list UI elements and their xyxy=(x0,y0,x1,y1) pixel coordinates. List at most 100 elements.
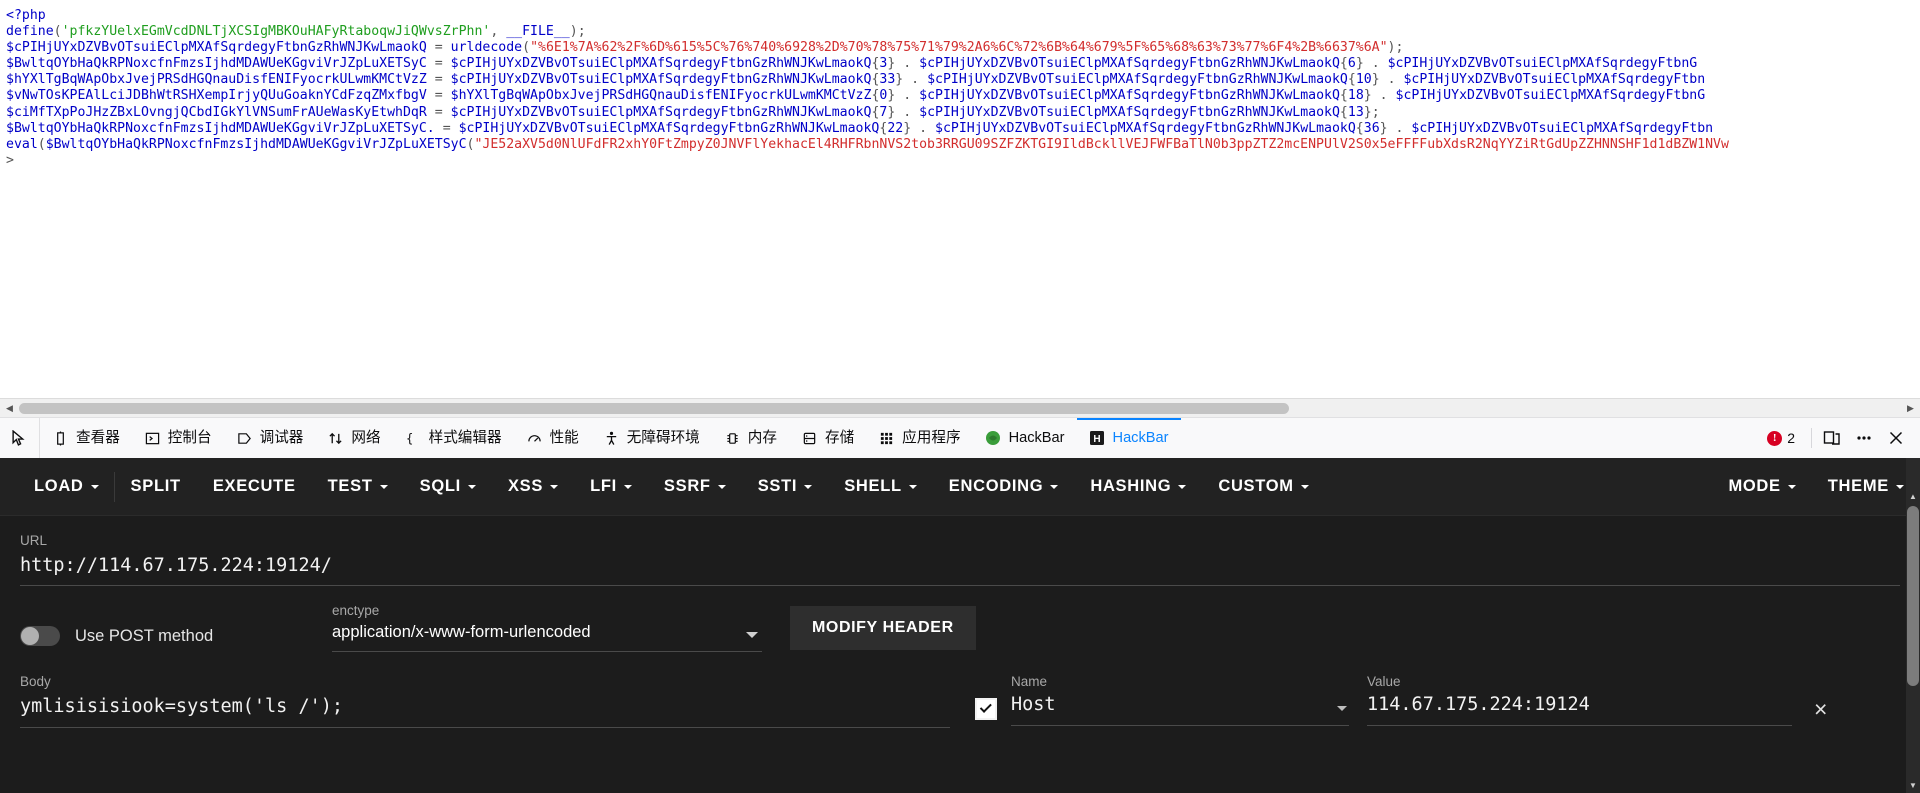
enctype-select[interactable]: application/x-www-form-urlencoded xyxy=(332,621,762,652)
source-horizontal-scrollbar[interactable]: ◀ ▶ xyxy=(0,398,1920,417)
storage-icon xyxy=(801,430,818,447)
hackbar-menu-lfi[interactable]: LFI xyxy=(574,458,648,516)
element-picker-button[interactable] xyxy=(0,418,40,458)
scroll-up-arrow-icon[interactable]: ▲ xyxy=(1906,488,1920,504)
hackbar-menu-test[interactable]: TEST xyxy=(312,458,404,516)
hackbar-menu-theme[interactable]: THEME xyxy=(1812,458,1920,516)
chevron-down-icon xyxy=(550,484,559,489)
devtools-tab-5[interactable]: { } 样式编辑器 xyxy=(393,418,514,458)
devtools-tab-8[interactable]: 内存 xyxy=(712,418,789,458)
chevron-down-icon xyxy=(804,484,813,489)
hackbar-menu-custom[interactable]: CUSTOM xyxy=(1202,458,1324,516)
devtools-tab-label: HackBar xyxy=(1112,429,1169,446)
devtools-tab-1[interactable]: 查看器 xyxy=(40,418,132,458)
devtools-tab-label: 调试器 xyxy=(259,429,304,446)
devtools-tab-label: 网络 xyxy=(351,429,381,446)
devtools-tab-9[interactable]: 存储 xyxy=(789,418,866,458)
code-line: define('pfkzYUelxEGmVcdDNLTjXCSIgMBKOuHA… xyxy=(6,24,586,40)
devtools-tab-label: 应用程序 xyxy=(902,429,961,446)
hackbar-menubar[interactable]: LOAD SPLIT EXECUTE TEST SQLI XSS LFI SSRF SSTI SH… xyxy=(0,458,1920,516)
menu-label: THEME xyxy=(1827,477,1889,495)
close-devtools-button[interactable] xyxy=(1880,422,1912,454)
responsive-design-mode-button[interactable] xyxy=(1816,422,1848,454)
hackbar-scrollbar-thumb[interactable] xyxy=(1907,506,1919,686)
chevron-down-icon xyxy=(1787,484,1796,489)
menu-label: SSRF xyxy=(663,477,711,495)
devtools-tab-label: 内存 xyxy=(747,429,777,446)
menu-label: SPLIT xyxy=(130,477,181,495)
remove-header-button[interactable]: × xyxy=(1814,696,1827,723)
scroll-left-arrow-icon[interactable]: ◀ xyxy=(0,398,19,417)
chevron-down-icon xyxy=(1178,484,1187,489)
url-input[interactable] xyxy=(20,551,1900,586)
hackbar-menu-sqli[interactable]: SQLI xyxy=(404,458,492,516)
hackbar-menu-xss[interactable]: XSS xyxy=(492,458,574,516)
header-value-group: Value 114.67.175.224:19124 xyxy=(1367,674,1792,726)
header-name-select[interactable]: Host xyxy=(1011,692,1349,726)
scrollbar-thumb[interactable] xyxy=(19,402,1289,414)
devtools-tab-label: 样式编辑器 xyxy=(428,429,502,446)
header-value-input[interactable]: 114.67.175.224:19124 xyxy=(1367,692,1792,726)
devtools-tab-7[interactable]: 无障碍环境 xyxy=(591,418,712,458)
code-line: $ciMfTXpPoJHzZBxLOvngjQCbdIGkYlVNSumFrAU… xyxy=(6,104,1380,120)
devtools-tab-2[interactable]: 控制台 xyxy=(132,418,224,458)
devtools-options-button[interactable] xyxy=(1848,422,1880,454)
hackbar-menu-split[interactable]: SPLIT xyxy=(115,458,197,516)
hackbar-menu-load[interactable]: LOAD xyxy=(18,458,115,516)
hackbar-menu-ssrf[interactable]: SSRF xyxy=(648,458,742,516)
hackbar-menu-mode[interactable]: MODE xyxy=(1712,458,1811,516)
chevron-down-icon xyxy=(1337,706,1347,711)
url-label: URL xyxy=(20,533,48,548)
error-count-badge[interactable]: ! 2 xyxy=(1755,430,1807,446)
code-line: $vNwTOsKPEAlLciJDBhWtRSHXempIrjyQUuGoakn… xyxy=(6,88,1706,104)
use-post-method-toggle[interactable]: Use POST method xyxy=(20,626,332,652)
devtools-tab-4[interactable]: 网络 xyxy=(315,418,392,458)
scrollbar-track[interactable] xyxy=(19,398,1901,417)
url-field-group: URL xyxy=(20,516,1900,586)
request-options-row: Use POST method enctype application/x-ww… xyxy=(20,603,1900,652)
scroll-down-arrow-icon[interactable]: ▼ xyxy=(1906,777,1920,793)
hackbar-menu-shell[interactable]: SHELL xyxy=(828,458,933,516)
devtools-tab-6[interactable]: 性能 xyxy=(514,418,591,458)
chevron-down-icon xyxy=(1896,484,1904,489)
devtools-tab-3[interactable]: 调试器 xyxy=(224,418,316,458)
checkmark-icon xyxy=(979,700,992,713)
debugger-icon xyxy=(236,430,253,447)
hackbar-mono-icon: H xyxy=(1089,430,1106,447)
header-name-group: Name Host xyxy=(1011,674,1349,726)
hackbar-green-icon xyxy=(985,430,1002,447)
php-source-code[interactable]: <?php define('pfkzYUelxEGmVcdDNLTjXCSIgMB… xyxy=(0,8,1920,398)
memory-icon xyxy=(724,430,741,447)
chevron-down-icon xyxy=(746,632,758,638)
devtools-tab-10[interactable]: 应用程序 xyxy=(866,418,972,458)
header-name-value: Host xyxy=(1011,694,1056,715)
body-input[interactable] xyxy=(20,692,950,728)
devtools-tab-list[interactable]: 查看器 控制台 调试器 网络 { } 样式编辑器 性能 无障碍环境 内存 存储 应用程序 HackBa… xyxy=(40,418,1755,458)
devtools-tab-label: 性能 xyxy=(549,429,579,446)
chevron-down-icon xyxy=(623,484,632,489)
chevron-down-icon xyxy=(1050,484,1059,489)
body-label: Body xyxy=(20,674,51,689)
menu-label: CUSTOM xyxy=(1218,477,1294,495)
menu-label: SQLI xyxy=(419,477,461,495)
toggle-switch[interactable] xyxy=(20,626,60,646)
hackbar-menu-hashing[interactable]: HASHING xyxy=(1074,458,1202,516)
hackbar-menu-ssti[interactable]: SSTI xyxy=(742,458,828,516)
code-line: $hYXlTgBqWApObxJvejPRSdHGQnauDisfENIFyoc… xyxy=(6,72,1706,88)
hackbar-menu-encoding[interactable]: ENCODING xyxy=(933,458,1075,516)
use-post-method-label: Use POST method xyxy=(75,626,214,645)
devtools-tab-label: 查看器 xyxy=(76,429,120,446)
modify-header-button[interactable]: MODIFY HEADER xyxy=(790,606,976,650)
chevron-down-icon xyxy=(1300,484,1309,489)
devtools-tab-label: 控制台 xyxy=(167,429,212,446)
hackbar-menu-execute[interactable]: EXECUTE xyxy=(197,458,312,516)
hackbar-vertical-scrollbar[interactable]: ▲ ▼ xyxy=(1906,458,1920,793)
meatball-menu-icon xyxy=(1857,436,1871,440)
menu-label: ENCODING xyxy=(948,477,1044,495)
scroll-right-arrow-icon[interactable]: ▶ xyxy=(1901,398,1920,417)
devtools-tab-11[interactable]: HackBar xyxy=(973,418,1077,458)
header-name-label: Name xyxy=(1011,674,1048,689)
header-enabled-checkbox[interactable] xyxy=(975,698,997,720)
network-icon xyxy=(327,430,344,447)
devtools-tab-12[interactable]: H HackBar xyxy=(1076,418,1181,458)
